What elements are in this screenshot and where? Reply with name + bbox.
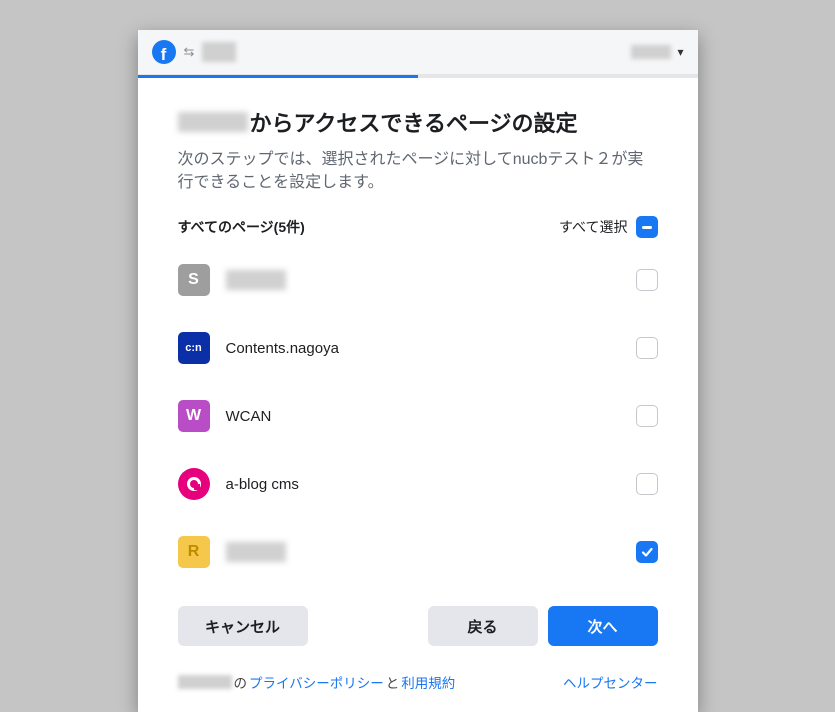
select-all-toggle[interactable]: すべて選択 bbox=[559, 216, 657, 238]
app-name-title-obscured bbox=[178, 112, 248, 132]
page-name-obscured bbox=[226, 542, 286, 562]
page-list-section: すべてのページ(5件) すべて選択 S c:n Contents.nagoya bbox=[138, 194, 698, 586]
page-icon: R bbox=[178, 536, 210, 568]
app-name-footer-obscured bbox=[178, 675, 232, 689]
list-header: すべてのページ(5件) すべて選択 bbox=[178, 216, 658, 238]
page-icon: S bbox=[178, 264, 210, 296]
page-subtitle: 次のステップでは、選択されたページに対してnucbテスト２が実行できることを設定… bbox=[178, 148, 658, 194]
list-header-label: すべてのページ(5件) bbox=[178, 217, 305, 237]
chevron-down-icon: ▾ bbox=[677, 45, 683, 59]
next-button[interactable]: 次へ bbox=[548, 606, 658, 646]
list-item: S bbox=[178, 246, 658, 314]
page-icon: c:n bbox=[178, 332, 210, 364]
list-item: W WCAN bbox=[178, 382, 658, 450]
list-item: c:n Contents.nagoya bbox=[178, 314, 658, 382]
page-name: a-blog cms bbox=[226, 476, 299, 493]
list-item: a-blog cms bbox=[178, 450, 658, 518]
cancel-button[interactable]: キャンセル bbox=[178, 606, 308, 646]
title-suffix: からアクセスできるページの設定 bbox=[250, 106, 578, 138]
page-name: WCAN bbox=[226, 408, 272, 425]
select-all-label: すべて選択 bbox=[559, 217, 627, 237]
dialog-header: ⇆ ▾ bbox=[138, 30, 698, 75]
back-button[interactable]: 戻る bbox=[428, 606, 538, 646]
page-checkbox[interactable] bbox=[636, 541, 658, 563]
app-name-obscured bbox=[202, 42, 236, 62]
account-name-obscured bbox=[631, 45, 671, 59]
content-section: からアクセスできるページの設定 次のステップでは、選択されたページに対してnuc… bbox=[138, 78, 698, 194]
select-all-indeterminate-icon bbox=[636, 216, 658, 238]
permission-dialog: ⇆ ▾ からアクセスできるページの設定 次のステップでは、選択されたページに対し… bbox=[138, 30, 698, 712]
checkmark-icon bbox=[640, 545, 654, 559]
footer-legal-text: の プライバシーポリシー と 利用規約 bbox=[178, 672, 456, 692]
page-name: Contents.nagoya bbox=[226, 340, 339, 357]
page-name-obscured bbox=[226, 270, 286, 290]
terms-link[interactable]: 利用規約 bbox=[401, 672, 455, 692]
button-row: キャンセル 戻る 次へ bbox=[138, 586, 698, 658]
header-left-group: ⇆ bbox=[152, 40, 237, 64]
page-checkbox[interactable] bbox=[636, 405, 658, 427]
page-checkbox[interactable] bbox=[636, 337, 658, 359]
swap-icon: ⇆ bbox=[184, 44, 195, 60]
page-title: からアクセスできるページの設定 bbox=[178, 106, 658, 138]
page-list: S c:n Contents.nagoya W WCAN bbox=[178, 246, 658, 586]
list-item: R bbox=[178, 518, 658, 586]
page-checkbox[interactable] bbox=[636, 269, 658, 291]
page-icon bbox=[178, 468, 210, 500]
privacy-policy-link[interactable]: プライバシーポリシー bbox=[249, 672, 384, 692]
facebook-logo-icon bbox=[152, 40, 176, 64]
page-icon: W bbox=[178, 400, 210, 432]
page-checkbox[interactable] bbox=[636, 473, 658, 495]
dialog-footer: の プライバシーポリシー と 利用規約 ヘルプセンター bbox=[138, 658, 698, 712]
help-center-link[interactable]: ヘルプセンター bbox=[563, 672, 658, 692]
account-switcher[interactable]: ▾ bbox=[631, 45, 683, 59]
